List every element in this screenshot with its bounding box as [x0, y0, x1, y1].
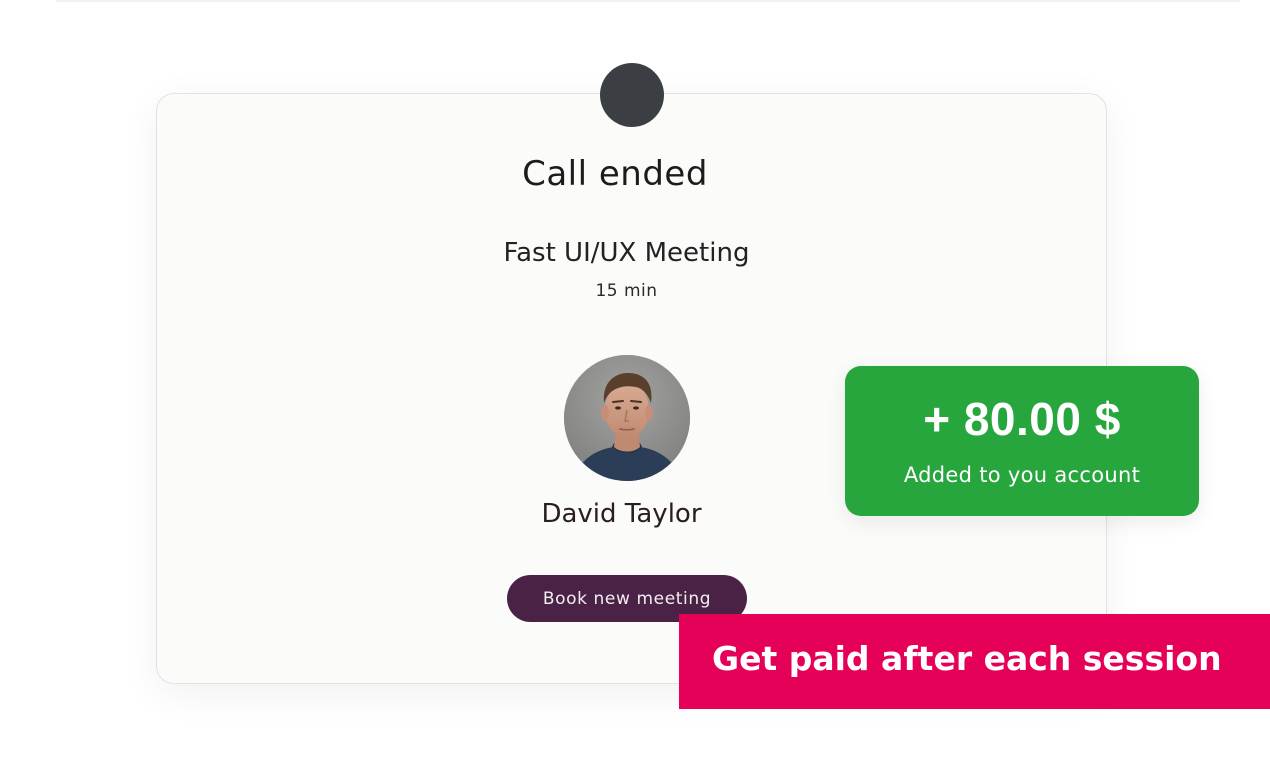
meeting-title: Fast UI/UX Meeting: [503, 238, 750, 268]
promo-banner-text: Get paid after each session: [712, 639, 1222, 678]
status-dot: [600, 63, 664, 127]
promo-banner: Get paid after each session: [679, 614, 1270, 709]
call-ended-screen: Call ended Fast UI/UX Meeting 15 min Dav…: [0, 0, 1270, 760]
payout-notification: + 80.00 $ Added to you account: [845, 366, 1199, 516]
meeting-duration: 15 min: [595, 281, 658, 301]
avatar: [564, 355, 690, 481]
page-title: Call ended: [522, 154, 708, 194]
top-divider: [56, 0, 1240, 2]
avatar-photo: [564, 355, 690, 481]
payout-note: Added to you account: [903, 463, 1141, 487]
payout-amount: + 80.00 $: [923, 393, 1121, 445]
